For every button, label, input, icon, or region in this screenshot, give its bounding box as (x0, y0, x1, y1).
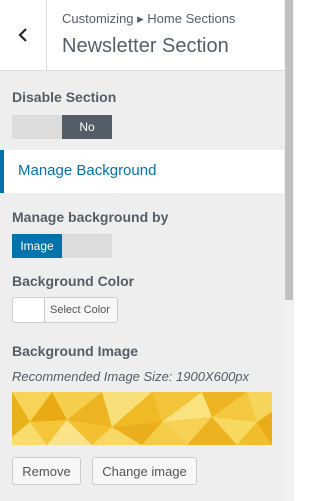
background-color-label: Background Color (12, 273, 135, 289)
color-swatch[interactable] (13, 298, 45, 322)
disable-section-toggle[interactable]: No (12, 115, 112, 139)
page-title: Newsletter Section (62, 35, 229, 57)
back-button[interactable] (0, 0, 47, 70)
toggle-off-segment[interactable] (12, 115, 62, 139)
chevron-left-icon (18, 28, 27, 42)
manage-background-section[interactable]: Manage Background (0, 150, 284, 193)
select-color-label[interactable]: Select Color (45, 298, 117, 322)
background-image-label: Background Image (12, 343, 139, 359)
color-picker-button[interactable]: Select Color (12, 297, 118, 323)
toggle-other-segment[interactable] (62, 234, 112, 258)
manage-by-toggle[interactable]: Image (12, 234, 112, 258)
manage-by-label: Manage background by (12, 209, 169, 225)
scrollbar-thumb[interactable] (285, 0, 293, 300)
toggle-value[interactable]: Image (12, 234, 62, 258)
header-text: Customizing ▸ Home Sections Newsletter S… (62, 11, 235, 59)
breadcrumb: Customizing ▸ Home Sections (62, 11, 236, 26)
customizer-panel: Customizing ▸ Home Sections Newsletter S… (0, 0, 284, 501)
toggle-value[interactable]: No (62, 115, 112, 139)
remove-image-button[interactable]: Remove (12, 457, 81, 485)
manage-background-label[interactable]: Manage Background (18, 162, 156, 179)
background-image-preview (12, 392, 272, 445)
section-header: Customizing ▸ Home Sections Newsletter S… (0, 0, 284, 71)
image-size-description: Recommended Image Size: 1900X600px (12, 369, 250, 384)
change-image-button[interactable]: Change image (92, 457, 197, 485)
disable-section-label: Disable Section (12, 89, 117, 105)
